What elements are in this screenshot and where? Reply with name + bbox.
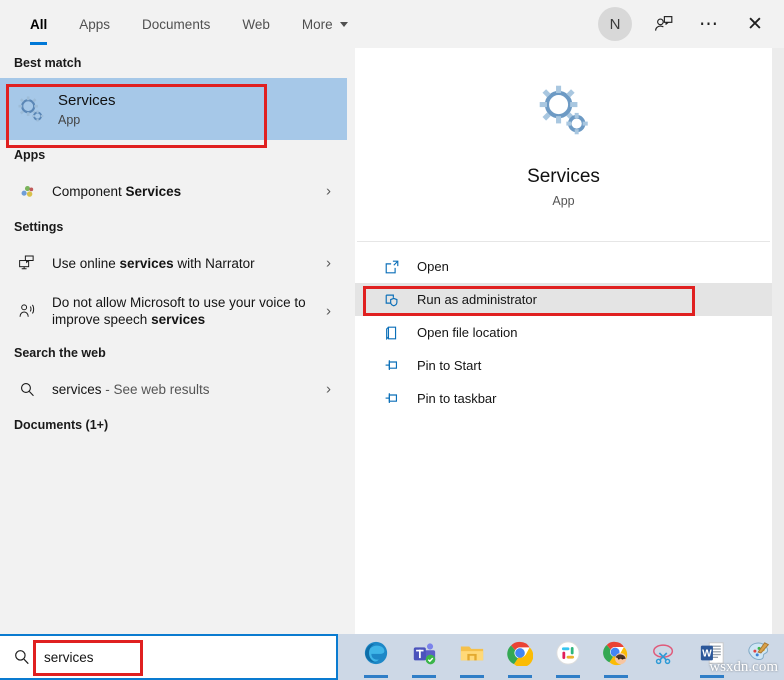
taskbar-icon-microsoft-edge[interactable] <box>352 634 400 680</box>
settings-part-1: services <box>119 255 174 271</box>
settings-heading: Settings <box>14 220 64 234</box>
component-services-icon <box>14 183 40 200</box>
search-header: All Apps Documents Web More N ⋯ ✕ <box>0 0 784 48</box>
ellipsis-glyph: ⋯ <box>699 13 719 35</box>
avatar[interactable]: N <box>598 7 632 41</box>
person-share-icon[interactable] <box>640 0 686 48</box>
search-tabs: All Apps Documents Web More <box>14 0 364 48</box>
settings-part-2: with Narrator <box>173 255 255 271</box>
tab-web-label: Web <box>242 16 270 32</box>
label-plain: Component <box>52 183 126 199</box>
taskbar-running-indicator <box>460 675 484 678</box>
result-web-search-label: services - See web results <box>52 381 210 398</box>
close-glyph: ✕ <box>747 13 763 35</box>
open-window-icon <box>381 259 403 275</box>
chevron-right-icon[interactable]: › <box>326 255 331 272</box>
speech-person-icon <box>14 302 40 320</box>
action-pin-to-start-label: Pin to Start <box>417 358 482 373</box>
results-list: Best match Services App Apps Component S… <box>0 48 347 634</box>
action-open-label: Open <box>417 259 449 274</box>
start-search-flyout: All Apps Documents Web More N ⋯ ✕ Best m… <box>0 0 784 634</box>
best-match-title: Services <box>58 91 116 109</box>
header-actions: N ⋯ ✕ <box>598 0 778 48</box>
taskbar-icon-slack[interactable] <box>544 634 592 680</box>
tab-documents-label: Documents <box>142 16 211 32</box>
preview-pane: Services App Open Run as administrator O… <box>355 48 772 634</box>
pin-icon <box>381 358 403 374</box>
taskbar-icon-chrome-profile[interactable] <box>592 634 640 680</box>
best-match-result[interactable]: Services App <box>0 78 347 140</box>
search-web-heading: Search the web <box>14 346 106 360</box>
chevron-down-icon <box>339 21 348 27</box>
search-input[interactable] <box>44 649 244 665</box>
tab-more[interactable]: More <box>286 0 364 48</box>
apps-heading: Apps <box>14 148 46 162</box>
ellipsis-icon[interactable]: ⋯ <box>686 0 732 48</box>
taskbar: W wsxdn.com <box>0 634 784 680</box>
taskbar-icon-microsoft-teams[interactable] <box>400 634 448 680</box>
result-component-services-label: Component Services <box>52 183 181 200</box>
settings-part-0: Use online <box>52 255 120 271</box>
best-match-heading: Best match <box>14 56 82 70</box>
result-narrator-label: Use online services with Narrator <box>52 255 255 272</box>
taskbar-running-indicator <box>508 675 532 678</box>
taskbar-running-indicator <box>604 675 628 678</box>
result-speech-label: Do not allow Microsoft to use your voice… <box>52 294 307 328</box>
action-open-file-location[interactable]: Open file location <box>355 316 772 349</box>
tab-all-label: All <box>30 16 48 32</box>
close-icon[interactable]: ✕ <box>732 0 778 48</box>
best-match-texts: Services App <box>58 92 116 127</box>
label-bold: Services <box>125 183 182 199</box>
services-gears-icon <box>14 94 48 124</box>
tab-apps[interactable]: Apps <box>63 0 126 48</box>
result-component-services[interactable]: Component Services › <box>0 170 347 212</box>
taskbar-icon-snipping-tool[interactable] <box>640 634 688 680</box>
search-icon <box>0 648 44 666</box>
tab-documents[interactable]: Documents <box>126 0 226 48</box>
chevron-right-icon[interactable]: › <box>326 381 331 398</box>
screen: All Apps Documents Web More N ⋯ ✕ Best m… <box>0 0 784 680</box>
taskbar-icon-file-explorer[interactable] <box>448 634 496 680</box>
taskbar-running-indicator <box>364 675 388 678</box>
settings1-part-1: services <box>151 312 206 327</box>
avatar-initial: N <box>609 15 621 33</box>
action-run-as-administrator-label: Run as administrator <box>417 292 537 307</box>
best-match-subtitle: App <box>58 112 81 127</box>
result-web-search[interactable]: services - See web results › <box>0 368 347 410</box>
web-query: services <box>52 381 102 397</box>
documents-heading: Documents (1+) <box>14 418 109 432</box>
tab-more-label: More <box>301 16 333 32</box>
preview-title: Services <box>527 166 600 187</box>
tab-all[interactable]: All <box>14 0 63 48</box>
narrator-monitor-icon <box>14 254 40 272</box>
taskbar-search-box[interactable] <box>0 634 338 680</box>
search-icon <box>14 381 40 398</box>
pane-right-margin <box>772 48 784 634</box>
action-pin-to-taskbar[interactable]: Pin to taskbar <box>355 382 772 415</box>
action-run-as-administrator[interactable]: Run as administrator <box>355 283 772 316</box>
tab-web[interactable]: Web <box>226 0 286 48</box>
taskbar-running-indicator <box>556 675 580 678</box>
web-suffix: - See web results <box>101 381 210 397</box>
result-speech-services[interactable]: Do not allow Microsoft to use your voice… <box>0 284 347 338</box>
preview-subtitle: App <box>552 194 575 208</box>
chevron-right-icon[interactable]: › <box>326 303 331 320</box>
taskbar-icon-google-chrome[interactable] <box>496 634 544 680</box>
chevron-right-icon[interactable]: › <box>326 183 331 200</box>
action-open-file-location-label: Open file location <box>417 325 518 340</box>
folder-location-icon <box>381 325 403 341</box>
shield-admin-icon <box>381 292 403 308</box>
taskbar-running-indicator <box>412 675 436 678</box>
action-pin-to-start[interactable]: Pin to Start <box>355 349 772 382</box>
action-pin-to-taskbar-label: Pin to taskbar <box>417 391 497 406</box>
watermark: wsxdn.com <box>709 659 778 675</box>
result-narrator-online-services[interactable]: Use online services with Narrator › <box>0 242 347 284</box>
preview-app-summary: Services App <box>355 48 772 241</box>
tab-apps-label: Apps <box>79 16 111 32</box>
action-open[interactable]: Open <box>355 250 772 283</box>
services-gears-icon <box>535 81 593 144</box>
pin-icon <box>381 391 403 407</box>
